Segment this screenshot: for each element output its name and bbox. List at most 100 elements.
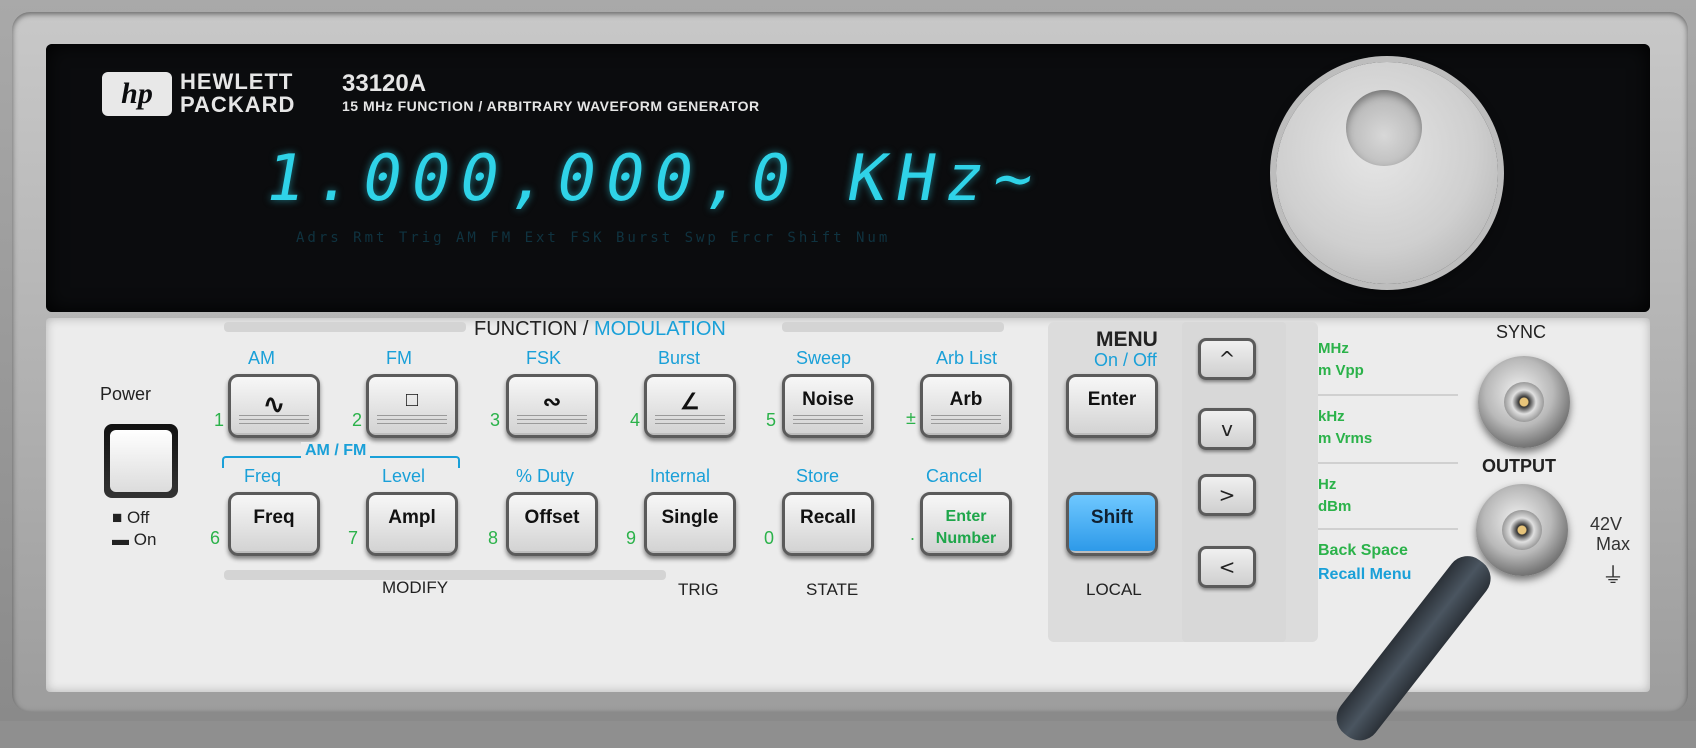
recall-button[interactable]: Recall (782, 492, 874, 556)
output-bnc-connector[interactable] (1476, 484, 1568, 576)
noise-label: Noise (802, 389, 854, 410)
power-on-text: On (133, 530, 157, 549)
triangle-button[interactable]: ∾ (506, 374, 598, 438)
annunciators: Adrs Rmt Trig AM FM Ext FSK Burst Swp Er… (296, 230, 891, 246)
label-cancel: Cancel (926, 466, 983, 486)
num-2: 2 (352, 410, 363, 430)
num-plus-minus: ± (906, 408, 916, 428)
sync-bnc-connector[interactable] (1478, 356, 1570, 448)
unit-divider-1 (1318, 394, 1458, 396)
brand-name: HEWLETT PACKARD (180, 70, 295, 116)
unit-divider-2 (1318, 462, 1458, 464)
offset-button[interactable]: Offset (506, 492, 598, 556)
max-voltage-line-2: Max (1596, 534, 1631, 554)
button-ridges (655, 415, 725, 427)
num-5: 5 (766, 410, 777, 430)
unit-mhz: MHz (1318, 340, 1349, 357)
sync-label: SYNC (1496, 322, 1547, 342)
ramp-wave-icon: ∠ (680, 389, 700, 414)
power-off-text: Off (127, 508, 150, 527)
button-ridges (239, 415, 309, 427)
function-bracket-right (782, 322, 1004, 332)
single-button[interactable]: Single (644, 492, 736, 556)
right-arrow-icon: > (1218, 483, 1236, 507)
ramp-button[interactable]: ∠ (644, 374, 736, 438)
up-arrow-button[interactable]: ^ (1198, 338, 1256, 380)
menu-onoff: On / Off (1094, 350, 1157, 370)
unit-recall-menu: Recall Menu (1318, 566, 1412, 583)
unit-mvrms: m Vrms (1318, 430, 1373, 447)
down-arrow-button[interactable]: v (1198, 408, 1256, 450)
label-fm: FM (386, 348, 412, 368)
num-3: 3 (490, 410, 501, 430)
enter-number-line-2: Number (935, 530, 997, 547)
freq-button[interactable]: Freq (228, 492, 320, 556)
label-store: Store (796, 466, 840, 486)
label-burst: Burst (658, 348, 701, 368)
shift-label: Shift (1090, 507, 1134, 528)
button-ridges (517, 415, 587, 427)
label-freq: Freq (244, 466, 282, 486)
left-arrow-icon: < (1218, 555, 1236, 579)
button-ridges (931, 415, 1001, 427)
power-off-label: ■ Off (112, 508, 150, 527)
max-voltage-line-1: 42V (1590, 514, 1623, 534)
unit-backspace: Back Space (1318, 542, 1408, 559)
label-sweep: Sweep (796, 348, 852, 368)
square-wave-icon: □ (405, 389, 419, 411)
power-on-label: ▬ On (112, 530, 157, 549)
num-4: 4 (630, 410, 641, 430)
rotary-knob[interactable] (1276, 62, 1498, 284)
label-internal: Internal (650, 466, 711, 486)
freq-button-label: Freq (253, 507, 295, 528)
unit-mvpp: m Vpp (1318, 362, 1364, 379)
down-arrow-icon: v (1221, 417, 1233, 441)
num-decimal: . (910, 524, 916, 544)
arb-label: Arb (949, 389, 983, 410)
function-modulation-title: FUNCTION / MODULATION (474, 318, 726, 341)
model-number: 33120A (342, 70, 427, 97)
button-ridges (793, 415, 863, 427)
up-arrow-icon: ^ (1218, 347, 1236, 371)
label-am: AM (248, 348, 275, 368)
shift-button[interactable]: Shift (1066, 492, 1158, 556)
num-0: 0 (764, 528, 775, 548)
square-button[interactable]: □ (366, 374, 458, 438)
brand-line-2: PACKARD (180, 92, 296, 117)
num-7: 7 (348, 528, 359, 548)
num-6: 6 (210, 528, 221, 548)
knob-finger-dimple (1346, 90, 1422, 166)
triangle-wave-icon: ∾ (542, 389, 562, 414)
num-1: 1 (214, 410, 225, 430)
display-section: hp HEWLETT PACKARD 33120A 15 MHz FUNCTIO… (46, 44, 1650, 312)
unit-dbm: dBm (1318, 498, 1352, 515)
menu-enter-button[interactable]: Enter (1066, 374, 1158, 438)
sync-bnc-center (1504, 382, 1544, 422)
menu-title: MENU (1096, 328, 1158, 351)
function-bracket-left (224, 322, 466, 332)
label-fsk: FSK (526, 348, 562, 368)
hp-logo-text: hp (121, 77, 153, 110)
label-duty: % Duty (516, 466, 575, 486)
noise-button[interactable]: Noise (782, 374, 874, 438)
label-arb-list: Arb List (936, 348, 998, 368)
modulation-title: MODULATION (594, 318, 726, 340)
arb-button[interactable]: Arb (920, 374, 1012, 438)
button-ridges (377, 415, 447, 427)
sine-button[interactable]: ∿ (228, 374, 320, 438)
local-label: LOCAL (1086, 580, 1142, 599)
model-subtitle: 15 MHz FUNCTION / ARBITRARY WAVEFORM GEN… (342, 98, 760, 114)
power-label: Power (100, 384, 152, 404)
group-modify: MODIFY (382, 578, 449, 597)
ampl-button-label: Ampl (388, 507, 436, 528)
ground-icon: ⏚ (1602, 563, 1625, 588)
single-button-label: Single (661, 507, 719, 528)
right-arrow-button[interactable]: > (1198, 474, 1256, 516)
num-8: 8 (488, 528, 499, 548)
ampl-button[interactable]: Ampl (366, 492, 458, 556)
left-arrow-button[interactable]: < (1198, 546, 1256, 588)
hp-logo: hp (102, 72, 172, 116)
brand-line-1: HEWLETT (180, 69, 294, 94)
power-button[interactable] (104, 424, 178, 498)
enter-number-button[interactable]: Enter Number (920, 492, 1012, 556)
